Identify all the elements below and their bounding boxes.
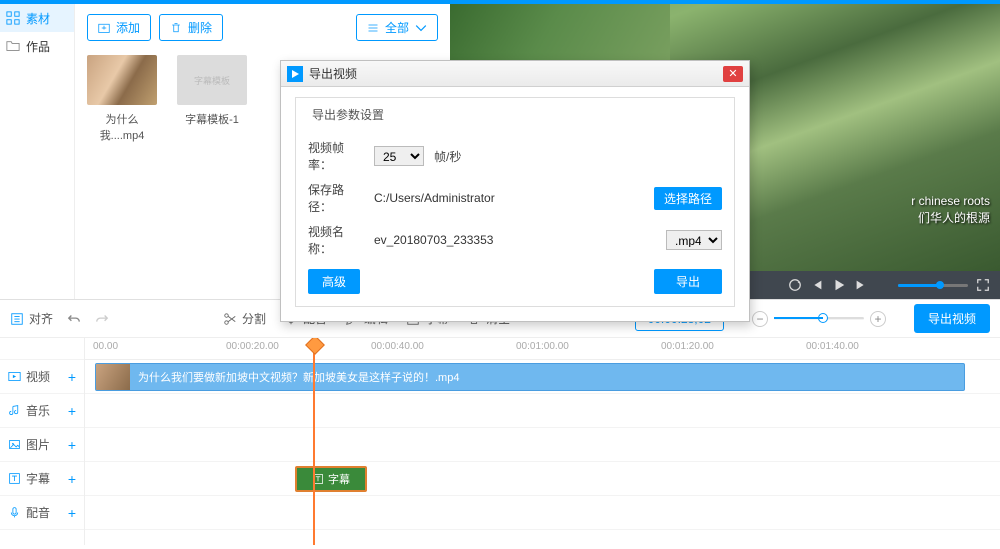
video-icon xyxy=(8,370,21,383)
prev-icon[interactable] xyxy=(810,278,824,292)
timeline: 视频 + 音乐 + 图片 + 字幕 + 配音 + 00.00 0 xyxy=(0,338,1000,545)
video-track[interactable]: 为什么我们要做新加坡中文视频？新加坡美女是这样子说的！.mp4 xyxy=(85,360,1000,394)
dub-track[interactable] xyxy=(85,496,1000,530)
split-button[interactable]: 分割 xyxy=(223,310,266,327)
ruler[interactable]: 00.00 00:00:20.00 00:00:40.00 00:01:00.0… xyxy=(85,338,1000,360)
preview-subtitle: r chinese roots 们华人的根源 xyxy=(911,193,990,227)
playhead[interactable] xyxy=(313,338,315,545)
framerate-select[interactable]: 25 xyxy=(374,146,424,166)
align-icon xyxy=(10,312,24,326)
add-track-button[interactable]: + xyxy=(68,437,76,453)
next-icon[interactable] xyxy=(854,278,868,292)
track-label-subtitle: 字幕 + xyxy=(0,462,84,496)
thumb-image xyxy=(87,55,157,105)
add-track-button[interactable]: + xyxy=(68,403,76,419)
thumb-image: 字幕模板 xyxy=(177,55,247,105)
redo-icon xyxy=(95,312,109,326)
track-label-video: 视频 + xyxy=(0,360,84,394)
zoom-slider[interactable] xyxy=(774,317,864,320)
export-button[interactable]: 导出视频 xyxy=(914,304,990,333)
advanced-button[interactable]: 高级 xyxy=(308,269,360,294)
loop-icon[interactable] xyxy=(788,278,802,292)
subtitle-clip[interactable]: 字幕 xyxy=(295,466,367,492)
redo-button[interactable] xyxy=(95,312,109,326)
image-track[interactable] xyxy=(85,428,1000,462)
path-value: C:/Users/Administrator xyxy=(374,191,644,205)
browse-button[interactable]: 选择路径 xyxy=(654,187,722,210)
ext-select[interactable]: .mp4 xyxy=(666,230,722,250)
chevron-down-icon xyxy=(415,22,427,34)
export-confirm-button[interactable]: 导出 xyxy=(654,269,722,294)
zoom-control: − + xyxy=(752,311,886,327)
track-label-dub: 配音 + xyxy=(0,496,84,530)
name-label: 视频名称： xyxy=(308,223,364,257)
media-thumb[interactable]: 为什么我....mp4 xyxy=(87,55,157,143)
music-icon xyxy=(8,404,21,417)
thumb-label: 为什么我....mp4 xyxy=(100,114,145,142)
import-icon xyxy=(98,22,110,34)
export-dialog: 导出视频 ✕ 导出参数设置 视频帧率： 25 帧/秒 保存路径： C:/User… xyxy=(280,60,750,322)
track-label-audio: 音乐 + xyxy=(0,394,84,428)
mic-icon xyxy=(8,506,21,519)
name-value: ev_20180703_233353 xyxy=(374,233,656,247)
image-icon xyxy=(8,438,21,451)
grid-icon xyxy=(6,11,20,25)
close-icon[interactable]: ✕ xyxy=(723,66,743,82)
align-button[interactable]: 对齐 xyxy=(10,310,53,327)
filter-button[interactable]: 全部 xyxy=(356,14,438,41)
subtitle-track[interactable]: 字幕 xyxy=(85,462,1000,496)
sidebar-tab-works[interactable]: 作品 xyxy=(0,32,74,60)
app-icon xyxy=(287,66,303,82)
fullscreen-icon[interactable] xyxy=(976,278,990,292)
volume-slider[interactable] xyxy=(898,284,968,287)
folder-icon xyxy=(6,39,20,53)
sidebar-tab-label: 素材 xyxy=(26,10,50,27)
sidebar-tab-material[interactable]: 素材 xyxy=(0,4,74,32)
video-clip[interactable]: 为什么我们要做新加坡中文视频？新加坡美女是这样子说的！.mp4 xyxy=(95,363,965,391)
clip-thumb xyxy=(96,364,130,390)
add-track-button[interactable]: + xyxy=(68,505,76,521)
add-track-button[interactable]: + xyxy=(68,369,76,385)
trash-icon xyxy=(170,22,182,34)
play-icon[interactable] xyxy=(832,278,846,292)
sidebar: 素材 作品 xyxy=(0,4,75,299)
zoom-in-button[interactable]: + xyxy=(870,311,886,327)
thumb-label: 字幕模板-1 xyxy=(185,114,239,126)
framerate-unit: 帧/秒 xyxy=(434,148,461,165)
media-thumb[interactable]: 字幕模板 字幕模板-1 xyxy=(177,55,247,143)
undo-button[interactable] xyxy=(67,312,81,326)
framerate-label: 视频帧率： xyxy=(308,139,364,173)
list-icon xyxy=(367,22,379,34)
zoom-out-button[interactable]: − xyxy=(752,311,768,327)
delete-button[interactable]: 删除 xyxy=(159,14,223,41)
dialog-title: 导出视频 xyxy=(309,65,357,82)
scissors-icon xyxy=(223,312,237,326)
add-button[interactable]: 添加 xyxy=(87,14,151,41)
fieldset-legend: 导出参数设置 xyxy=(308,106,388,123)
audio-track[interactable] xyxy=(85,394,1000,428)
sidebar-tab-label: 作品 xyxy=(26,38,50,55)
dialog-titlebar[interactable]: 导出视频 ✕ xyxy=(281,61,749,87)
path-label: 保存路径： xyxy=(308,181,364,215)
text-icon xyxy=(8,472,21,485)
add-track-button[interactable]: + xyxy=(68,471,76,487)
track-label-image: 图片 + xyxy=(0,428,84,462)
undo-icon xyxy=(67,312,81,326)
